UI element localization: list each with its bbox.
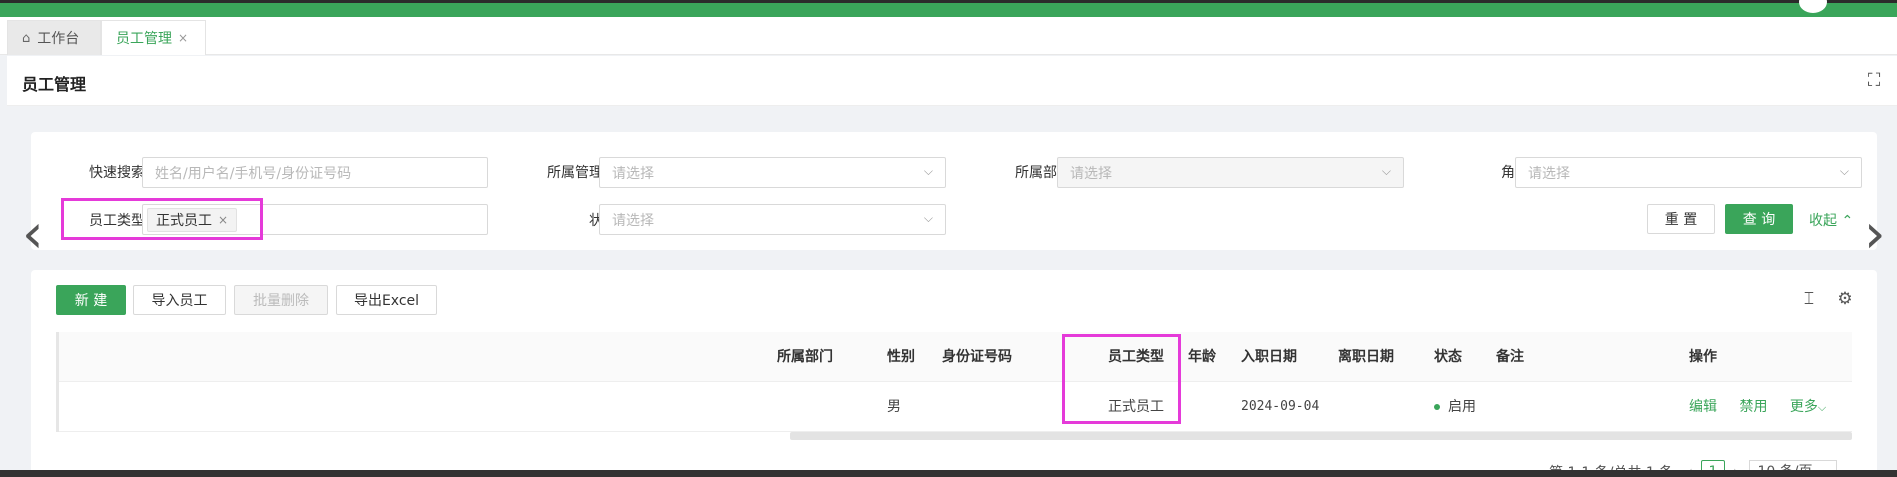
avatar[interactable] [1799,0,1827,13]
cell-gender: 男 [887,399,901,415]
role-select[interactable]: 请选择 ⌵ [1515,157,1862,188]
column-height-icon[interactable]: ⌶ [1798,288,1820,310]
filter-panel: 快速搜索： 姓名/用户名/手机号/身份证号码 所属管理区： 请选择 ⌵ 所属部门… [31,132,1877,250]
gear-icon[interactable]: ⚙ [1834,288,1856,310]
quick-search-input[interactable]: 姓名/用户名/手机号/身份证号码 [142,157,488,188]
query-button[interactable]: 查 询 [1725,204,1793,234]
area-select[interactable]: 请选择 ⌵ [599,157,946,188]
highlight-box [61,198,263,240]
reset-button[interactable]: 重 置 [1647,204,1715,234]
col-leave-date: 离职日期 [1338,349,1394,365]
status-select[interactable]: 请选择 ⌵ [599,204,946,235]
cell-join-date: 2024-09-04 [1241,399,1320,414]
chevron-up-icon: ⌃ [1841,213,1854,229]
collapse-link[interactable]: 收起 ⌃ [1809,210,1853,230]
chevron-left-icon[interactable]: ‹ [22,207,44,261]
more-link[interactable]: 更多⌵ [1790,399,1826,415]
disable-link[interactable]: 禁用 [1739,399,1767,415]
col-join-date: 入职日期 [1241,349,1297,365]
table-panel: 新 建 导入员工 批量删除 导出Excel ⌶ ⚙ 所属部门 性别 身份证号码 … [31,270,1877,477]
edit-link[interactable]: 编辑 [1689,399,1717,415]
col-id-number: 身份证号码 [942,349,1012,365]
col-remark: 备注 [1496,349,1524,365]
table-row: 男 正式员工 2024-09-04 启用 编辑 禁用 更多⌵ [56,382,1852,432]
horizontal-scrollbar[interactable] [790,432,1852,440]
chevron-right-icon[interactable]: › [1864,207,1886,261]
chevron-down-icon: ⌵ [1817,401,1827,414]
chevron-down-icon: ⌵ [923,211,933,225]
tab-label: 员工管理 [116,31,172,47]
col-status: 状态 [1434,349,1462,365]
tab-bar: ⌂ 工作台 员工管理 × [0,17,1897,55]
page-header: 员工管理 ⛶ [7,56,1897,106]
page-title: 员工管理 [22,75,87,94]
new-button[interactable]: 新 建 [56,285,126,315]
export-excel-button[interactable]: 导出Excel [336,285,437,315]
table-header: 所属部门 性别 身份证号码 员工类型 年龄 入职日期 离职日期 状态 备注 操作 [56,332,1852,382]
status-dot [1434,404,1440,410]
tab-label: 工作台 [37,31,80,47]
department-select[interactable]: 请选择 ⌵ [1057,157,1404,188]
col-department: 所属部门 [777,349,833,365]
fixed-column-shadow [56,332,59,432]
col-gender: 性别 [887,349,915,365]
cell-actions: 编辑 禁用 更多⌵ [1689,382,1826,432]
tab-employee-management[interactable]: 员工管理 × [101,20,206,55]
import-button[interactable]: 导入员工 [133,285,226,315]
col-actions: 操作 [1689,349,1717,365]
tab-workbench[interactable]: ⌂ 工作台 [7,20,101,55]
highlight-box [1062,334,1181,424]
chevron-down-icon: ⌵ [923,164,933,178]
home-icon: ⌂ [22,30,31,46]
top-header-bar [0,0,1897,17]
chevron-down-icon: ⌵ [1381,164,1391,178]
close-icon[interactable]: × [178,31,188,45]
fullscreen-icon[interactable]: ⛶ [1863,70,1885,92]
cell-status: 启用 [1434,382,1476,432]
chevron-down-icon: ⌵ [1839,164,1849,178]
bottom-bar [0,470,1897,477]
col-age: 年龄 [1188,349,1216,365]
batch-delete-button[interactable]: 批量删除 [234,285,328,315]
